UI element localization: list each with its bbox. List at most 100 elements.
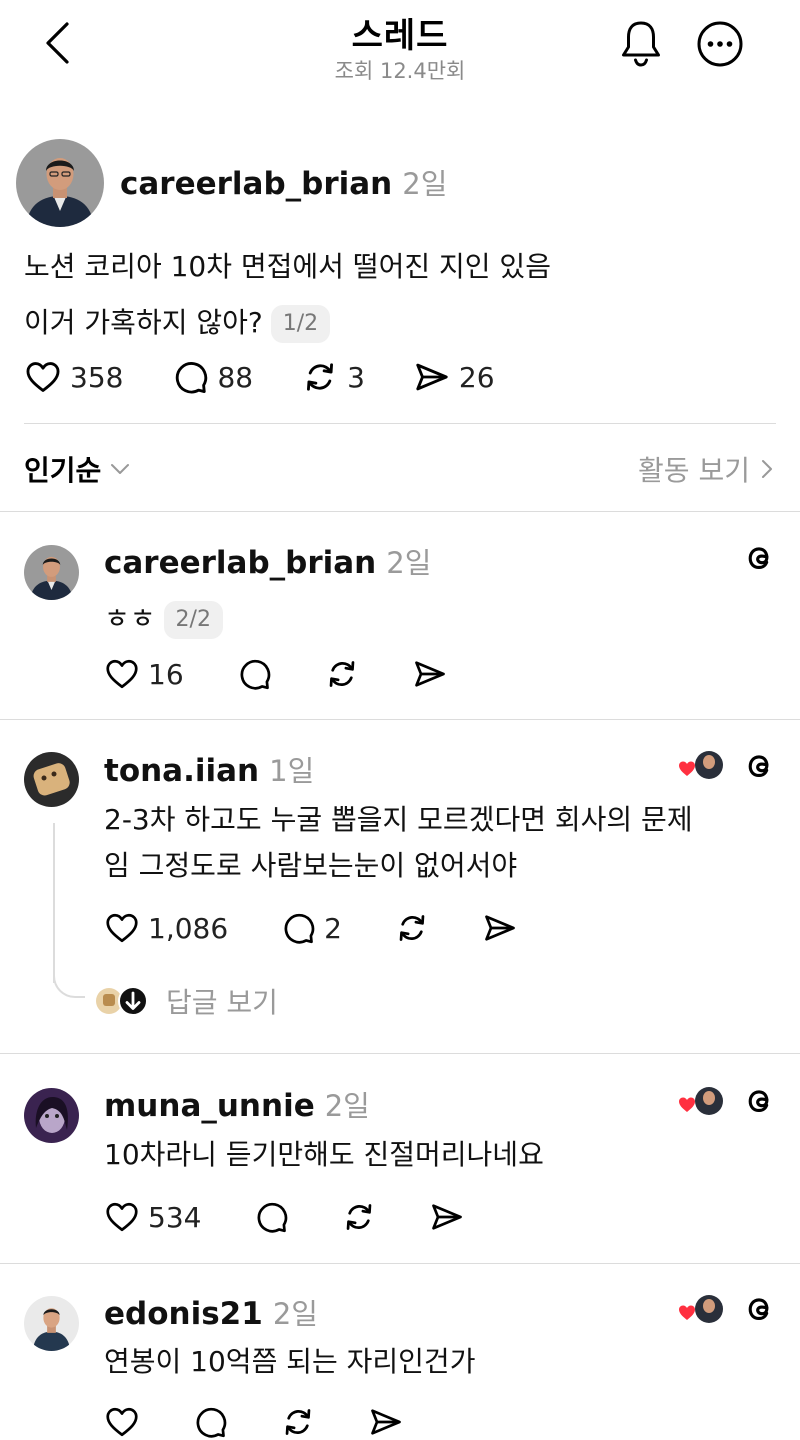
post-text-line: 이거 가혹하지 않아?	[24, 306, 263, 339]
repost-icon	[341, 1199, 377, 1235]
share-count: 26	[458, 360, 495, 394]
share-button[interactable]	[368, 1404, 404, 1440]
share-button[interactable]: 26	[413, 358, 495, 396]
like-button[interactable]: 358	[24, 358, 123, 396]
view-replies-label: 답글 보기	[166, 986, 278, 1019]
threads-logo-icon[interactable]	[742, 1084, 776, 1118]
avatar[interactable]	[24, 1296, 79, 1351]
reply-text: 10차라니 듣기만해도 진절머리나네요	[104, 1138, 544, 1171]
like-button[interactable]	[104, 1404, 140, 1440]
reply-text-line: 임 그정도로 사람보는눈이 없어서야	[104, 849, 518, 882]
avatar[interactable]	[24, 752, 79, 807]
like-button[interactable]: 16	[104, 656, 184, 692]
reply-author[interactable]: tona.iian 1일	[104, 748, 314, 790]
thread-line-curve	[53, 962, 85, 998]
comment-button[interactable]	[253, 1199, 289, 1235]
profile-photo	[24, 752, 79, 807]
profile-photo	[24, 545, 79, 600]
notification-button[interactable]	[618, 18, 664, 68]
thread-pager: 1/2	[270, 305, 331, 343]
repost-button[interactable]: 3	[301, 358, 365, 396]
comment-button[interactable]	[236, 656, 272, 692]
comment-icon	[236, 656, 272, 692]
repost-icon	[280, 1404, 316, 1440]
reply-actions	[104, 1404, 404, 1440]
threads-logo-icon[interactable]	[742, 749, 776, 783]
share-icon	[412, 656, 448, 692]
more-options-button[interactable]	[696, 20, 744, 68]
heart-icon	[104, 656, 140, 692]
heart-icon	[104, 1404, 140, 1440]
divider	[0, 1263, 800, 1264]
comment-icon	[192, 1404, 228, 1440]
repost-button[interactable]	[394, 910, 430, 946]
reply-text: ㅎㅎ	[104, 602, 156, 635]
post-text-line-2: 이거 가혹하지 않아? 1/2	[24, 295, 784, 351]
thread-line	[53, 823, 55, 983]
avatar[interactable]	[24, 545, 79, 600]
username[interactable]: careerlab_brian	[120, 166, 392, 202]
reply-body: ㅎㅎ 2/2	[104, 596, 223, 642]
like-count: 16	[148, 657, 184, 691]
reply-author[interactable]: careerlab_brian 2일	[104, 540, 431, 582]
view-replies-link[interactable]: 답글 보기	[94, 981, 278, 1021]
replier-avatars	[96, 986, 148, 1016]
username[interactable]: careerlab_brian	[104, 545, 376, 581]
repost-button[interactable]	[341, 1199, 377, 1235]
thread-pager: 2/2	[163, 601, 223, 639]
reply-body: 2-3차 하고도 누굴 뽑을지 모르겠다면 회사의 문제 임 그정도로 사람보는…	[104, 797, 784, 889]
comment-button[interactable]: 88	[171, 358, 253, 396]
comment-button[interactable]: 2	[280, 910, 342, 946]
comment-icon	[280, 910, 316, 946]
like-button[interactable]: 534	[104, 1199, 201, 1235]
activity-link[interactable]: 활동 보기	[638, 449, 776, 489]
comment-icon	[171, 358, 209, 396]
share-button[interactable]	[412, 656, 448, 692]
chevron-right-icon	[762, 460, 772, 478]
post-author[interactable]: careerlab_brian 2일	[120, 161, 447, 203]
page-title: 스레드	[351, 16, 449, 56]
username[interactable]: tona.iian	[104, 753, 259, 789]
share-button[interactable]	[429, 1199, 465, 1235]
share-button[interactable]	[482, 910, 518, 946]
reply-author[interactable]: muna_unnie 2일	[104, 1083, 370, 1125]
reply-text-line: 2-3차 하고도 누굴 뽑을지 모르겠다면 회사의 문제	[104, 803, 693, 836]
view-count: 조회 12.4만회	[334, 59, 466, 83]
threads-logo-icon[interactable]	[742, 541, 776, 575]
like-count: 1,086	[148, 911, 229, 945]
liked-by-author-icon	[679, 751, 723, 779]
avatar[interactable]	[24, 1088, 79, 1143]
divider	[0, 1053, 800, 1054]
post-body: 노션 코리아 10차 면접에서 떨어진 지인 있음 이거 가혹하지 않아? 1/2	[24, 239, 784, 351]
profile-photo	[16, 139, 104, 227]
divider	[0, 511, 800, 512]
avatar[interactable]	[16, 139, 104, 227]
comment-count: 88	[217, 360, 254, 394]
post-actions: 358 88 3 26	[24, 358, 495, 396]
like-count: 358	[70, 360, 124, 394]
comment-count: 2	[324, 911, 342, 945]
repost-button[interactable]	[324, 656, 360, 692]
repost-count: 3	[347, 360, 365, 394]
repost-icon	[301, 358, 339, 396]
reply-author[interactable]: edonis21 2일	[104, 1291, 318, 1333]
chevron-down-icon	[111, 464, 130, 474]
reply-actions: 1,086 2	[104, 910, 518, 946]
sort-dropdown[interactable]: 인기순	[24, 449, 133, 489]
heart-icon	[104, 910, 140, 946]
reply-time: 2일	[272, 1297, 318, 1331]
username[interactable]: muna_unnie	[104, 1088, 315, 1124]
heart-icon	[104, 1199, 140, 1235]
repost-button[interactable]	[280, 1404, 316, 1440]
threads-logo-icon[interactable]	[742, 1292, 776, 1326]
author-liked-badge	[678, 1084, 724, 1118]
reply-actions: 16	[104, 656, 448, 692]
username[interactable]: edonis21	[104, 1296, 263, 1332]
author-liked-badge	[678, 1292, 724, 1326]
reply-actions: 534	[104, 1199, 465, 1235]
reply-time: 2일	[386, 546, 432, 580]
like-button[interactable]: 1,086	[104, 910, 228, 946]
comment-button[interactable]	[192, 1404, 228, 1440]
post-time: 2일	[402, 167, 448, 201]
author-liked-badge	[678, 748, 724, 782]
